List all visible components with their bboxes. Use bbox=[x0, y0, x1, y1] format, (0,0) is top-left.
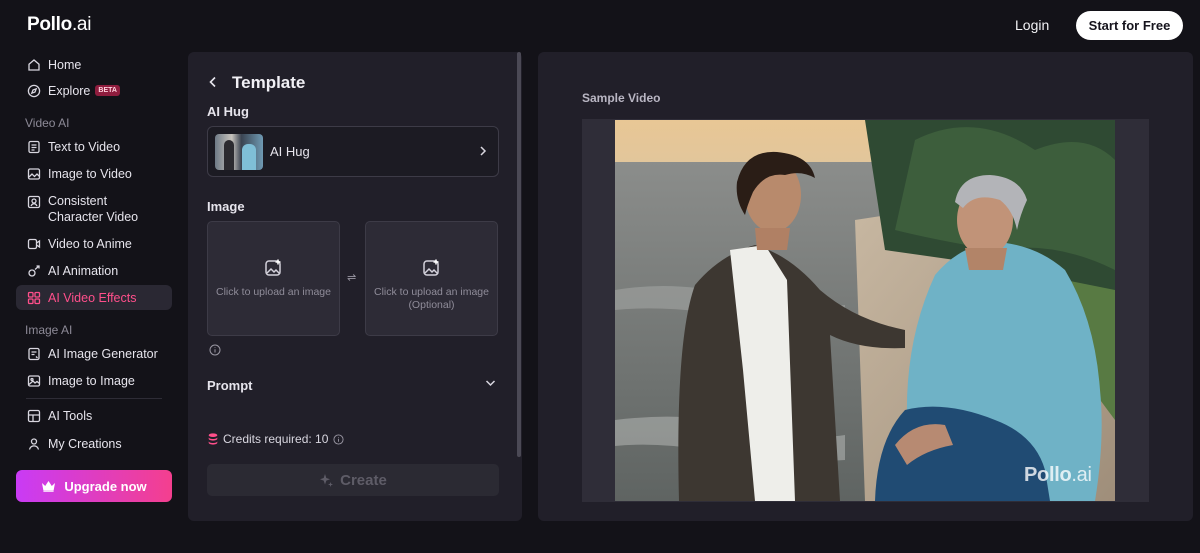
create-label: Create bbox=[340, 471, 387, 489]
sidebar-item-consistent-character[interactable]: Consistent Character Video bbox=[16, 192, 172, 226]
sidebar-item-label: AI Tools bbox=[48, 408, 93, 423]
swap-images-icon[interactable]: ⇌ bbox=[347, 271, 356, 284]
template-panel: Template AI Hug AI Hug Image Click to up… bbox=[188, 52, 522, 521]
upload-hint: Click to upload an image (Optional) bbox=[374, 286, 489, 312]
animation-icon bbox=[26, 263, 41, 278]
anime-icon bbox=[26, 236, 41, 251]
coins-icon bbox=[208, 433, 218, 445]
sidebar-item-label: Video to Anime bbox=[48, 236, 132, 251]
sidebar-item-my-creations[interactable]: My Creations bbox=[16, 431, 172, 456]
info-icon[interactable] bbox=[209, 344, 221, 356]
logo-suffix: .ai bbox=[71, 14, 92, 35]
logo-main: Pollo bbox=[27, 14, 72, 35]
sidebar-item-label: Text to Video bbox=[48, 139, 121, 154]
section-label-image-ai: Image AI bbox=[25, 323, 73, 337]
upload-image-icon bbox=[264, 259, 281, 276]
credits-info-icon[interactable] bbox=[333, 433, 344, 445]
character-icon bbox=[26, 194, 41, 209]
template-thumbnail bbox=[215, 133, 263, 170]
upgrade-now-button[interactable]: Upgrade now bbox=[16, 470, 172, 502]
login-link[interactable]: Login bbox=[1015, 17, 1049, 33]
image-section-label: Image bbox=[207, 199, 245, 214]
section-label-video-ai: Video AI bbox=[25, 116, 70, 130]
beta-badge: BETA bbox=[95, 85, 120, 96]
credits-required: Credits required: 10 bbox=[208, 432, 344, 446]
sidebar-item-label: Explore bbox=[48, 83, 91, 98]
upload-image-icon bbox=[422, 259, 439, 276]
sidebar-divider bbox=[26, 398, 162, 399]
sidebar-item-text-to-video[interactable]: Text to Video bbox=[16, 134, 172, 159]
back-button[interactable] bbox=[208, 74, 222, 90]
compass-icon bbox=[26, 83, 41, 98]
top-header: Pollo.ai Login Start for Free bbox=[0, 0, 1200, 52]
sidebar-item-ai-animation[interactable]: AI Animation bbox=[16, 258, 172, 283]
creations-icon bbox=[26, 436, 41, 451]
sidebar-item-ai-tools[interactable]: AI Tools bbox=[16, 403, 172, 428]
template-section-label: AI Hug bbox=[207, 104, 249, 119]
upload-image-2[interactable]: Click to upload an image (Optional) bbox=[365, 221, 498, 336]
prompt-section-label[interactable]: Prompt bbox=[207, 378, 253, 393]
panel-scrollbar[interactable] bbox=[517, 52, 521, 457]
template-name: AI Hug bbox=[270, 144, 310, 159]
image-to-image-icon bbox=[26, 373, 41, 388]
sidebar-item-image-to-video[interactable]: Image to Video bbox=[16, 161, 172, 186]
upload-hint-line2: (Optional) bbox=[408, 299, 455, 311]
sidebar: Home Explore BETA Video AI Text to Video… bbox=[16, 52, 172, 553]
template-selector[interactable]: AI Hug bbox=[207, 126, 499, 177]
tools-icon bbox=[26, 408, 41, 423]
sidebar-item-explore[interactable]: Explore BETA bbox=[16, 78, 172, 103]
sidebar-item-label: Image to Video bbox=[48, 166, 132, 181]
sidebar-item-label: AI Animation bbox=[48, 263, 119, 278]
upload-hint: Click to upload an image bbox=[216, 286, 331, 298]
sidebar-item-image-to-image[interactable]: Image to Image bbox=[16, 368, 172, 393]
chevron-right-icon bbox=[479, 145, 487, 157]
sidebar-item-label: AI Video Effects bbox=[48, 290, 137, 305]
sparkle-icon bbox=[319, 473, 334, 488]
panel-title: Template bbox=[232, 73, 306, 92]
sidebar-item-label: Image to Image bbox=[48, 373, 135, 388]
upload-image-1[interactable]: Click to upload an image bbox=[207, 221, 340, 336]
sidebar-item-label: My Creations bbox=[48, 436, 122, 451]
sidebar-item-ai-video-effects[interactable]: AI Video Effects bbox=[16, 285, 172, 310]
home-icon bbox=[26, 57, 41, 72]
pollo-watermark: Pollo.ai bbox=[1024, 464, 1092, 487]
sample-video-frame[interactable]: Pollo.ai bbox=[582, 119, 1149, 502]
crown-icon bbox=[41, 480, 56, 492]
sidebar-item-label: Consistent Character Video bbox=[48, 194, 139, 224]
upgrade-label: Upgrade now bbox=[64, 478, 147, 494]
sidebar-item-ai-image-generator[interactable]: AI Image Generator bbox=[16, 341, 172, 366]
pollo-logo[interactable]: Pollo.ai bbox=[27, 14, 91, 36]
sidebar-item-label: Home bbox=[48, 57, 82, 72]
start-for-free-button[interactable]: Start for Free bbox=[1076, 11, 1183, 40]
watermark-suffix: .ai bbox=[1071, 464, 1092, 486]
image-video-icon bbox=[26, 166, 41, 181]
upload-hint-line1: Click to upload an image bbox=[374, 286, 489, 298]
credits-text: Credits required: 10 bbox=[223, 432, 329, 446]
sample-video-image bbox=[615, 120, 1115, 501]
sidebar-item-label: AI Image Generator bbox=[48, 346, 158, 361]
text-video-icon bbox=[26, 139, 41, 154]
watermark-main: Pollo bbox=[1024, 464, 1072, 486]
preview-panel: Sample Video Pollo.ai bbox=[538, 52, 1193, 521]
sample-video[interactable] bbox=[615, 120, 1115, 501]
sidebar-item-home[interactable]: Home bbox=[16, 52, 172, 77]
effects-icon bbox=[26, 290, 41, 305]
sample-video-label: Sample Video bbox=[582, 91, 661, 105]
chevron-down-icon[interactable] bbox=[485, 379, 496, 387]
image-generator-icon bbox=[26, 346, 41, 361]
create-button[interactable]: Create bbox=[207, 464, 499, 496]
sidebar-item-video-to-anime[interactable]: Video to Anime bbox=[16, 231, 172, 256]
